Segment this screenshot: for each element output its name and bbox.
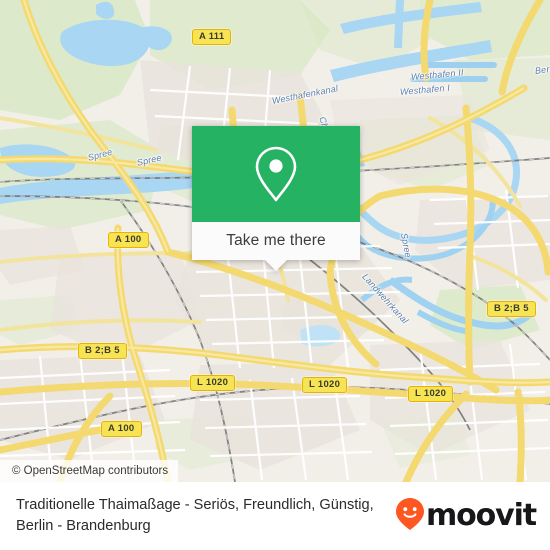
road-shield: A 100 bbox=[101, 421, 142, 437]
callout-action-panel[interactable]: Take me there bbox=[192, 222, 360, 271]
moovit-wordmark: moovit bbox=[425, 498, 537, 533]
osm-attribution-text: © OpenStreetMap contributors bbox=[12, 465, 169, 477]
road-shield: B 2;B 5 bbox=[78, 343, 127, 359]
road-shield: L 1020 bbox=[408, 386, 454, 402]
road-shield: A 100 bbox=[108, 232, 149, 248]
road-shield: B 2;B 5 bbox=[487, 301, 536, 317]
callout-pointer-arrow bbox=[265, 260, 287, 271]
place-title: Traditionelle Thaimaßage - Seriös, Freun… bbox=[16, 497, 374, 534]
take-me-there-callout[interactable]: Take me there bbox=[192, 126, 360, 271]
callout-icon-panel bbox=[192, 126, 360, 222]
footer-bar: Traditionelle Thaimaßage - Seriös, Freun… bbox=[0, 482, 550, 550]
map-screenshot: WesthafenkanalChaWesthafen IIWesthafen I… bbox=[0, 0, 550, 550]
moovit-smiley-pin-icon bbox=[395, 497, 425, 536]
road-shield: L 1020 bbox=[190, 375, 236, 391]
take-me-there-label: Take me there bbox=[226, 232, 326, 249]
road-shield: L 1020 bbox=[302, 377, 348, 393]
osm-attribution[interactable]: © OpenStreetMap contributors bbox=[0, 460, 179, 482]
location-pin-icon bbox=[253, 145, 299, 203]
moovit-logo[interactable]: moovit bbox=[395, 497, 537, 536]
road-shield: A 111 bbox=[192, 29, 232, 45]
